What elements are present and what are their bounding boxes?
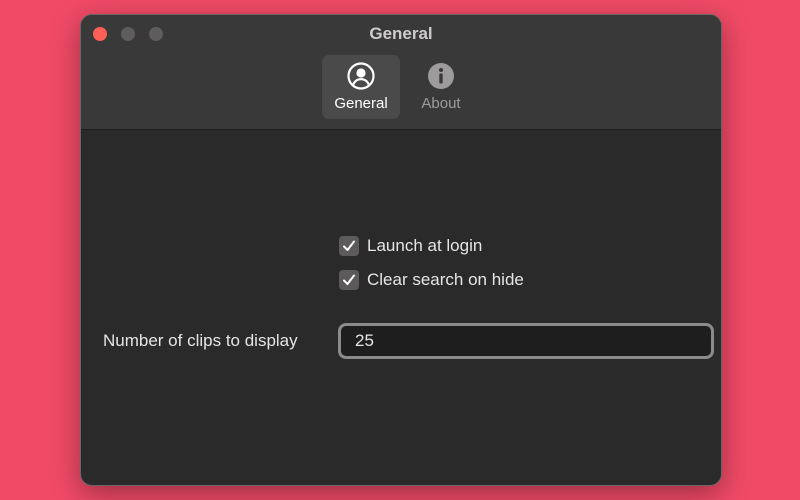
person-circle-icon (346, 61, 376, 91)
tab-about-label: About (421, 95, 461, 112)
checkmark-icon (343, 274, 355, 285)
launch-at-login-checkbox[interactable] (339, 236, 359, 256)
clips-count-field[interactable] (338, 323, 714, 359)
window-toolbar: General General About (81, 15, 721, 130)
clear-search-on-hide-checkbox[interactable] (339, 270, 359, 290)
tab-general[interactable]: General (322, 55, 400, 119)
launch-at-login-label: Launch at login (367, 236, 483, 255)
preferences-window: General General About Launch at login Cl… (80, 14, 722, 486)
tab-about[interactable]: About (402, 55, 480, 119)
clips-count-label: Number of clips to display (103, 331, 298, 350)
clear-search-on-hide-label: Clear search on hide (367, 270, 524, 289)
tab-general-label: General (334, 95, 388, 112)
checkmark-icon (343, 240, 355, 251)
info-icon (426, 61, 456, 91)
window-title: General (369, 24, 433, 43)
